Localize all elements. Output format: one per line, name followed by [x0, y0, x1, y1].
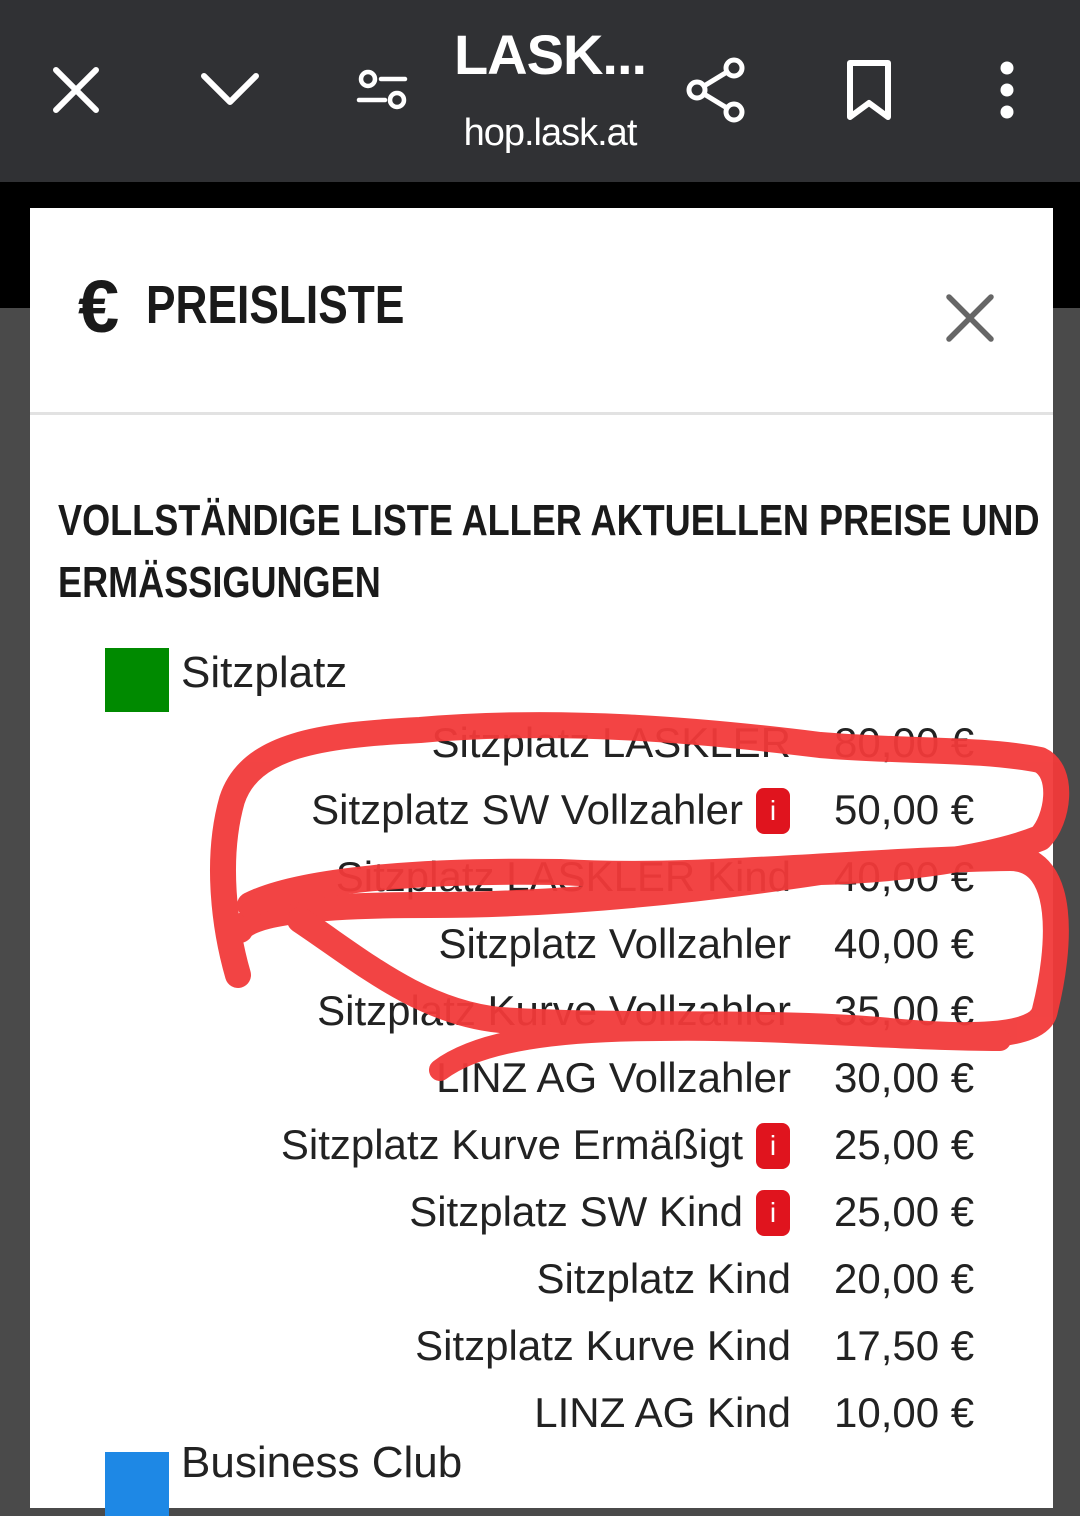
info-icon[interactable]: i: [756, 788, 790, 834]
price-row-name: Sitzplatz Kurve Vollzahler: [317, 987, 791, 1034]
price-row-name: Sitzplatz Kurve Ermäßigt: [280, 1121, 743, 1168]
price-row: Sitzplatz Vollzahler 40,00 €: [30, 911, 1053, 977]
price-row-value: 40,00 €: [834, 920, 975, 967]
price-row-value: 40,00 €: [834, 853, 975, 900]
price-row-value: 30,00 €: [834, 1054, 975, 1101]
price-row-name: Sitzplatz SW Kind: [409, 1188, 743, 1235]
info-icon[interactable]: i: [756, 1123, 790, 1169]
close-icon: [946, 294, 994, 342]
price-row-name: Sitzplatz Kurve Kind: [415, 1322, 791, 1369]
price-row-name: Sitzplatz LASKLER Kind: [335, 853, 791, 900]
category-color-swatch: [105, 648, 169, 712]
page-controls-icon[interactable]: [354, 66, 410, 114]
price-row-name: LINZ AG Vollzahler: [436, 1054, 791, 1101]
category-label: Business Club: [181, 1438, 463, 1487]
price-row-value: 50,00 €: [834, 786, 975, 833]
price-row-value: 20,00 €: [834, 1255, 975, 1302]
section-heading: VOLLSTÄNDIGE LISTE ALLER AKTUELLEN PREIS…: [58, 490, 1040, 614]
modal-title: PREISLISTE: [146, 275, 405, 335]
price-row: LINZ AG Kind 10,00 €: [30, 1380, 1053, 1446]
price-row-value: 35,00 €: [834, 987, 975, 1034]
price-row: LINZ AG Vollzahler 30,00 €: [30, 1045, 1053, 1111]
price-row-value: 17,50 €: [834, 1322, 975, 1369]
close-tab-icon[interactable]: [48, 62, 104, 118]
price-row-value: 25,00 €: [834, 1188, 975, 1235]
price-row-value: 10,00 €: [834, 1389, 975, 1436]
price-row-value: 25,00 €: [834, 1121, 975, 1168]
share-icon[interactable]: [684, 56, 748, 124]
close-modal-button[interactable]: [944, 292, 996, 349]
price-row: Sitzplatz Kurve Kind 17,50 €: [30, 1313, 1053, 1379]
category-color-swatch: [105, 1452, 169, 1516]
price-row: Sitzplatz LASKLER 80,00 €: [30, 710, 1053, 776]
price-row-name: Sitzplatz LASKLER: [431, 719, 791, 766]
price-row: Sitzplatz SW Kind i 25,00 €: [30, 1179, 1053, 1245]
price-list-modal: € PREISLISTE VOLLSTÄNDIGE LISTE ALLER AK…: [30, 208, 1053, 1516]
price-row: Sitzplatz LASKLER Kind 40,00 €: [30, 844, 1053, 910]
modal-header: € PREISLISTE: [30, 208, 1053, 415]
price-row: Sitzplatz Kurve Ermäßigt i 25,00 €: [30, 1112, 1053, 1178]
price-row-name: Sitzplatz SW Vollzahler: [311, 786, 743, 833]
price-row-name: Sitzplatz Vollzahler: [438, 920, 791, 967]
page-title: LASK...: [453, 23, 647, 86]
price-row-name: LINZ AG Kind: [534, 1389, 791, 1436]
more-options-icon[interactable]: [990, 58, 1024, 122]
page-url[interactable]: hop.lask.at: [440, 112, 660, 155]
price-row-value: 80,00 €: [834, 719, 975, 766]
price-row: Sitzplatz Kurve Vollzahler 35,00 €: [30, 978, 1053, 1044]
section-heading-line2: ERMÄSSIGUNGEN: [58, 558, 381, 607]
browser-toolbar: LASK... hop.lask.at: [0, 0, 1080, 182]
price-row: Sitzplatz Kind 20,00 €: [30, 1246, 1053, 1312]
bookmark-icon[interactable]: [840, 58, 898, 122]
section-heading-line1: VOLLSTÄNDIGE LISTE ALLER AKTUELLEN PREIS…: [58, 496, 1040, 545]
price-row: Sitzplatz SW Vollzahler i 50,00 €: [30, 777, 1053, 843]
euro-icon: €: [78, 265, 120, 348]
price-row-name: Sitzplatz Kind: [536, 1255, 791, 1302]
chevron-down-icon[interactable]: [198, 66, 262, 114]
category-label: Sitzplatz: [181, 648, 348, 697]
info-icon[interactable]: i: [756, 1190, 790, 1236]
